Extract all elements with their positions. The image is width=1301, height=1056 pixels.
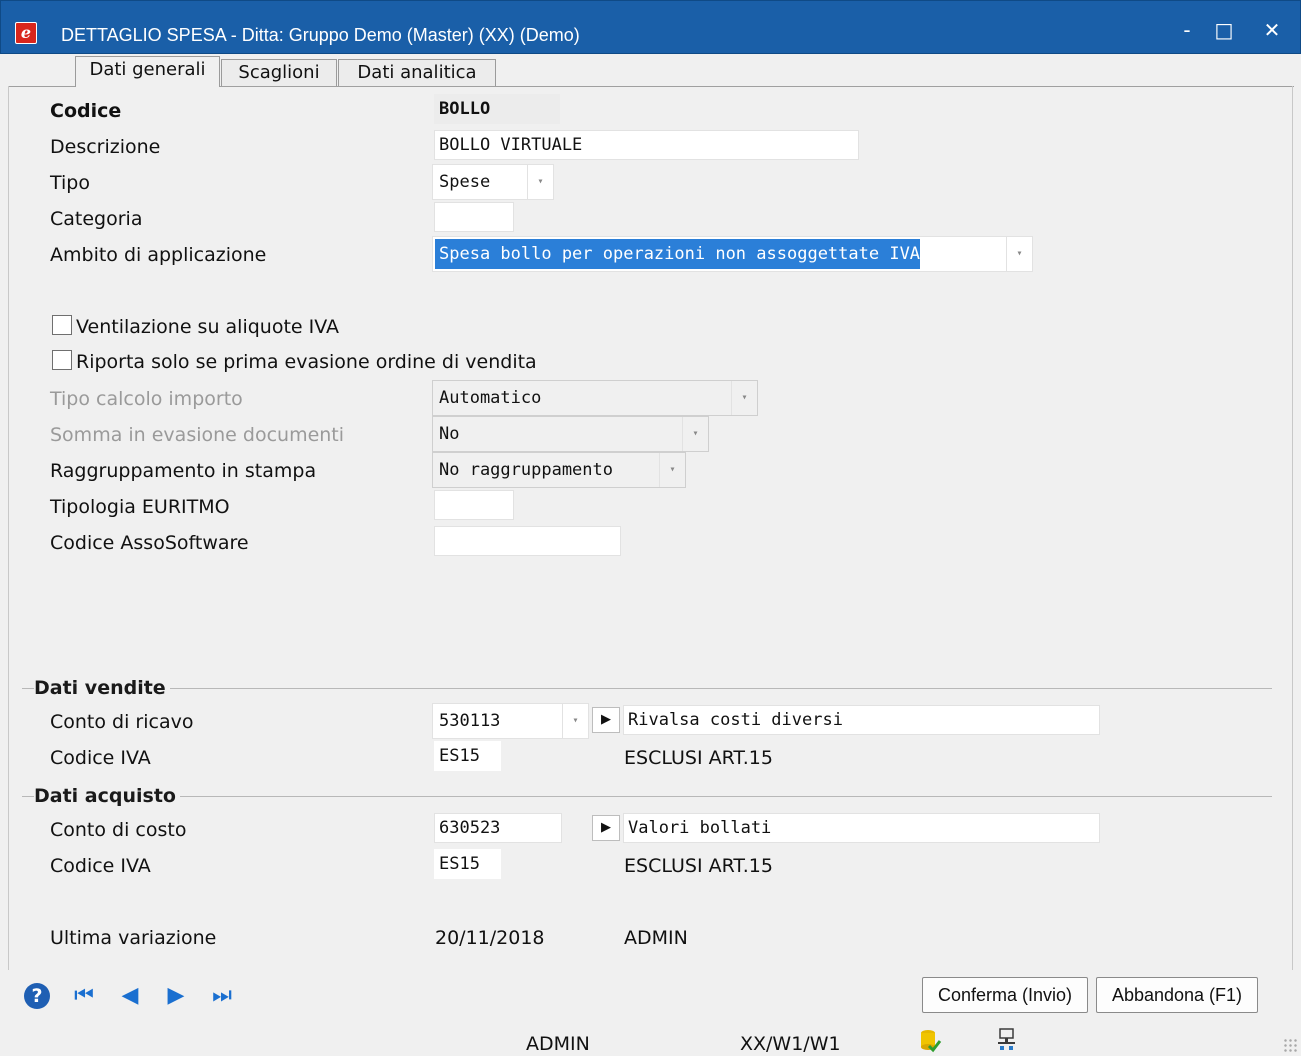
tab-scaglioni[interactable]: Scaglioni bbox=[221, 59, 337, 87]
categoria-input[interactable] bbox=[434, 202, 514, 232]
vendite-codice-iva-label: Codice IVA bbox=[50, 747, 151, 769]
help-icon[interactable]: ? bbox=[24, 983, 50, 1009]
chevron-down-icon[interactable]: ▾ bbox=[1006, 237, 1032, 271]
vendite-codice-iva-description: ESCLUSI ART.15 bbox=[624, 747, 773, 769]
window-title: DETTAGLIO SPESA - Ditta: Gruppo Demo (Ma… bbox=[61, 25, 580, 45]
close-button[interactable]: ✕ bbox=[1254, 15, 1290, 45]
network-computer-icon bbox=[998, 1028, 1015, 1050]
cancel-button[interactable]: Abbandona (F1) bbox=[1096, 977, 1258, 1013]
vendite-section-rule bbox=[22, 688, 1272, 689]
raggruppamento-label: Raggruppamento in stampa bbox=[50, 460, 317, 482]
raggruppamento-select[interactable]: No raggruppamento ▾ bbox=[432, 452, 686, 488]
acquisto-codice-iva-label: Codice IVA bbox=[50, 855, 151, 877]
tab-dati-analitica[interactable]: Dati analitica bbox=[338, 59, 496, 87]
tipo-calcolo-value: Automatico bbox=[439, 388, 542, 408]
ambito-label: Ambito di applicazione bbox=[50, 244, 267, 266]
ultima-variazione-date: 20/11/2018 bbox=[435, 927, 545, 949]
conto-costo-label: Conto di costo bbox=[50, 819, 187, 841]
raggruppamento-value: No raggruppamento bbox=[439, 460, 613, 480]
chevron-down-icon[interactable]: ▾ bbox=[682, 417, 708, 451]
previous-record-icon[interactable]: ◀ bbox=[118, 984, 142, 1008]
maximize-button[interactable]: □ bbox=[1206, 15, 1242, 45]
categoria-label: Categoria bbox=[50, 208, 143, 230]
tipo-calcolo-label: Tipo calcolo importo bbox=[50, 388, 243, 410]
vendite-codice-iva-field[interactable]: ES15 bbox=[434, 741, 501, 771]
ultima-variazione-user: ADMIN bbox=[624, 927, 688, 949]
conto-costo-description: Valori bollati bbox=[623, 813, 1100, 843]
chevron-down-icon[interactable]: ▾ bbox=[731, 381, 757, 415]
acquisto-codice-iva-field[interactable]: ES15 bbox=[434, 849, 501, 879]
codice-assosoftware-label: Codice AssoSoftware bbox=[50, 532, 249, 554]
riporta-checkbox[interactable] bbox=[52, 350, 72, 370]
acquisto-section-rule bbox=[22, 796, 1272, 797]
codice-field: BOLLO bbox=[434, 94, 560, 124]
conto-ricavo-description: Rivalsa costi diversi bbox=[623, 705, 1100, 735]
descrizione-label: Descrizione bbox=[50, 136, 161, 158]
tipo-label: Tipo bbox=[50, 172, 90, 194]
acquisto-codice-iva-description: ESCLUSI ART.15 bbox=[624, 855, 773, 877]
somma-evasione-label: Somma in evasione documenti bbox=[50, 424, 345, 446]
ultima-variazione-label: Ultima variazione bbox=[50, 927, 217, 949]
minimize-button[interactable]: - bbox=[1169, 15, 1205, 45]
riporta-label: Riporta solo se prima evasione ordine di… bbox=[76, 351, 537, 373]
last-record-icon[interactable]: ⏭ bbox=[210, 984, 234, 1008]
conto-ricavo-label: Conto di ricavo bbox=[50, 711, 194, 733]
conto-ricavo-value: 530113 bbox=[439, 711, 501, 731]
codice-assosoftware-input[interactable] bbox=[434, 526, 621, 556]
chevron-down-icon[interactable]: ▾ bbox=[659, 453, 685, 487]
next-record-icon[interactable]: ▶ bbox=[164, 984, 188, 1008]
database-check-icon bbox=[921, 1030, 942, 1053]
ambito-select[interactable]: Spesa bollo per operazioni non assoggett… bbox=[432, 236, 1033, 272]
somma-evasione-value: No bbox=[439, 424, 460, 444]
tipo-calcolo-select[interactable]: Automatico ▾ bbox=[432, 380, 758, 416]
tipologia-euritmo-label: Tipologia EURITMO bbox=[50, 496, 230, 518]
ventilazione-checkbox[interactable] bbox=[52, 315, 72, 335]
status-path: XX/W1/W1 bbox=[740, 1033, 841, 1055]
conto-ricavo-select[interactable]: 530113 ▾ bbox=[432, 703, 589, 739]
confirm-button[interactable]: Conferma (Invio) bbox=[922, 977, 1088, 1013]
title-bar: e DETTAGLIO SPESA - Ditta: Gruppo Demo (… bbox=[0, 0, 1301, 54]
descrizione-input[interactable]: BOLLO VIRTUALE bbox=[434, 130, 859, 160]
tipologia-euritmo-input[interactable] bbox=[434, 490, 514, 520]
first-record-icon[interactable]: ⏮ bbox=[72, 984, 96, 1008]
tab-dati-generali[interactable]: Dati generali bbox=[75, 56, 220, 87]
acquisto-section-title: Dati acquisto bbox=[34, 784, 180, 808]
ambito-select-value: Spesa bollo per operazioni non assoggett… bbox=[435, 239, 921, 269]
ventilazione-label: Ventilazione su aliquote IVA bbox=[76, 316, 340, 338]
resize-grip[interactable] bbox=[1283, 1038, 1297, 1052]
status-user: ADMIN bbox=[526, 1033, 590, 1055]
tipo-select[interactable]: Spese ▾ bbox=[432, 164, 554, 200]
chevron-down-icon[interactable]: ▾ bbox=[527, 165, 553, 199]
codice-label: Codice bbox=[50, 100, 122, 122]
chevron-down-icon[interactable]: ▾ bbox=[562, 704, 588, 738]
somma-evasione-select[interactable]: No ▾ bbox=[432, 416, 709, 452]
conto-costo-input[interactable]: 630523 bbox=[434, 813, 562, 843]
tipo-select-value: Spese bbox=[439, 172, 491, 192]
conto-ricavo-goto-button[interactable]: ▶ bbox=[592, 707, 620, 733]
conto-costo-goto-button[interactable]: ▶ bbox=[592, 815, 620, 841]
app-logo-icon: e bbox=[15, 22, 37, 44]
vendite-section-title: Dati vendite bbox=[34, 676, 170, 700]
